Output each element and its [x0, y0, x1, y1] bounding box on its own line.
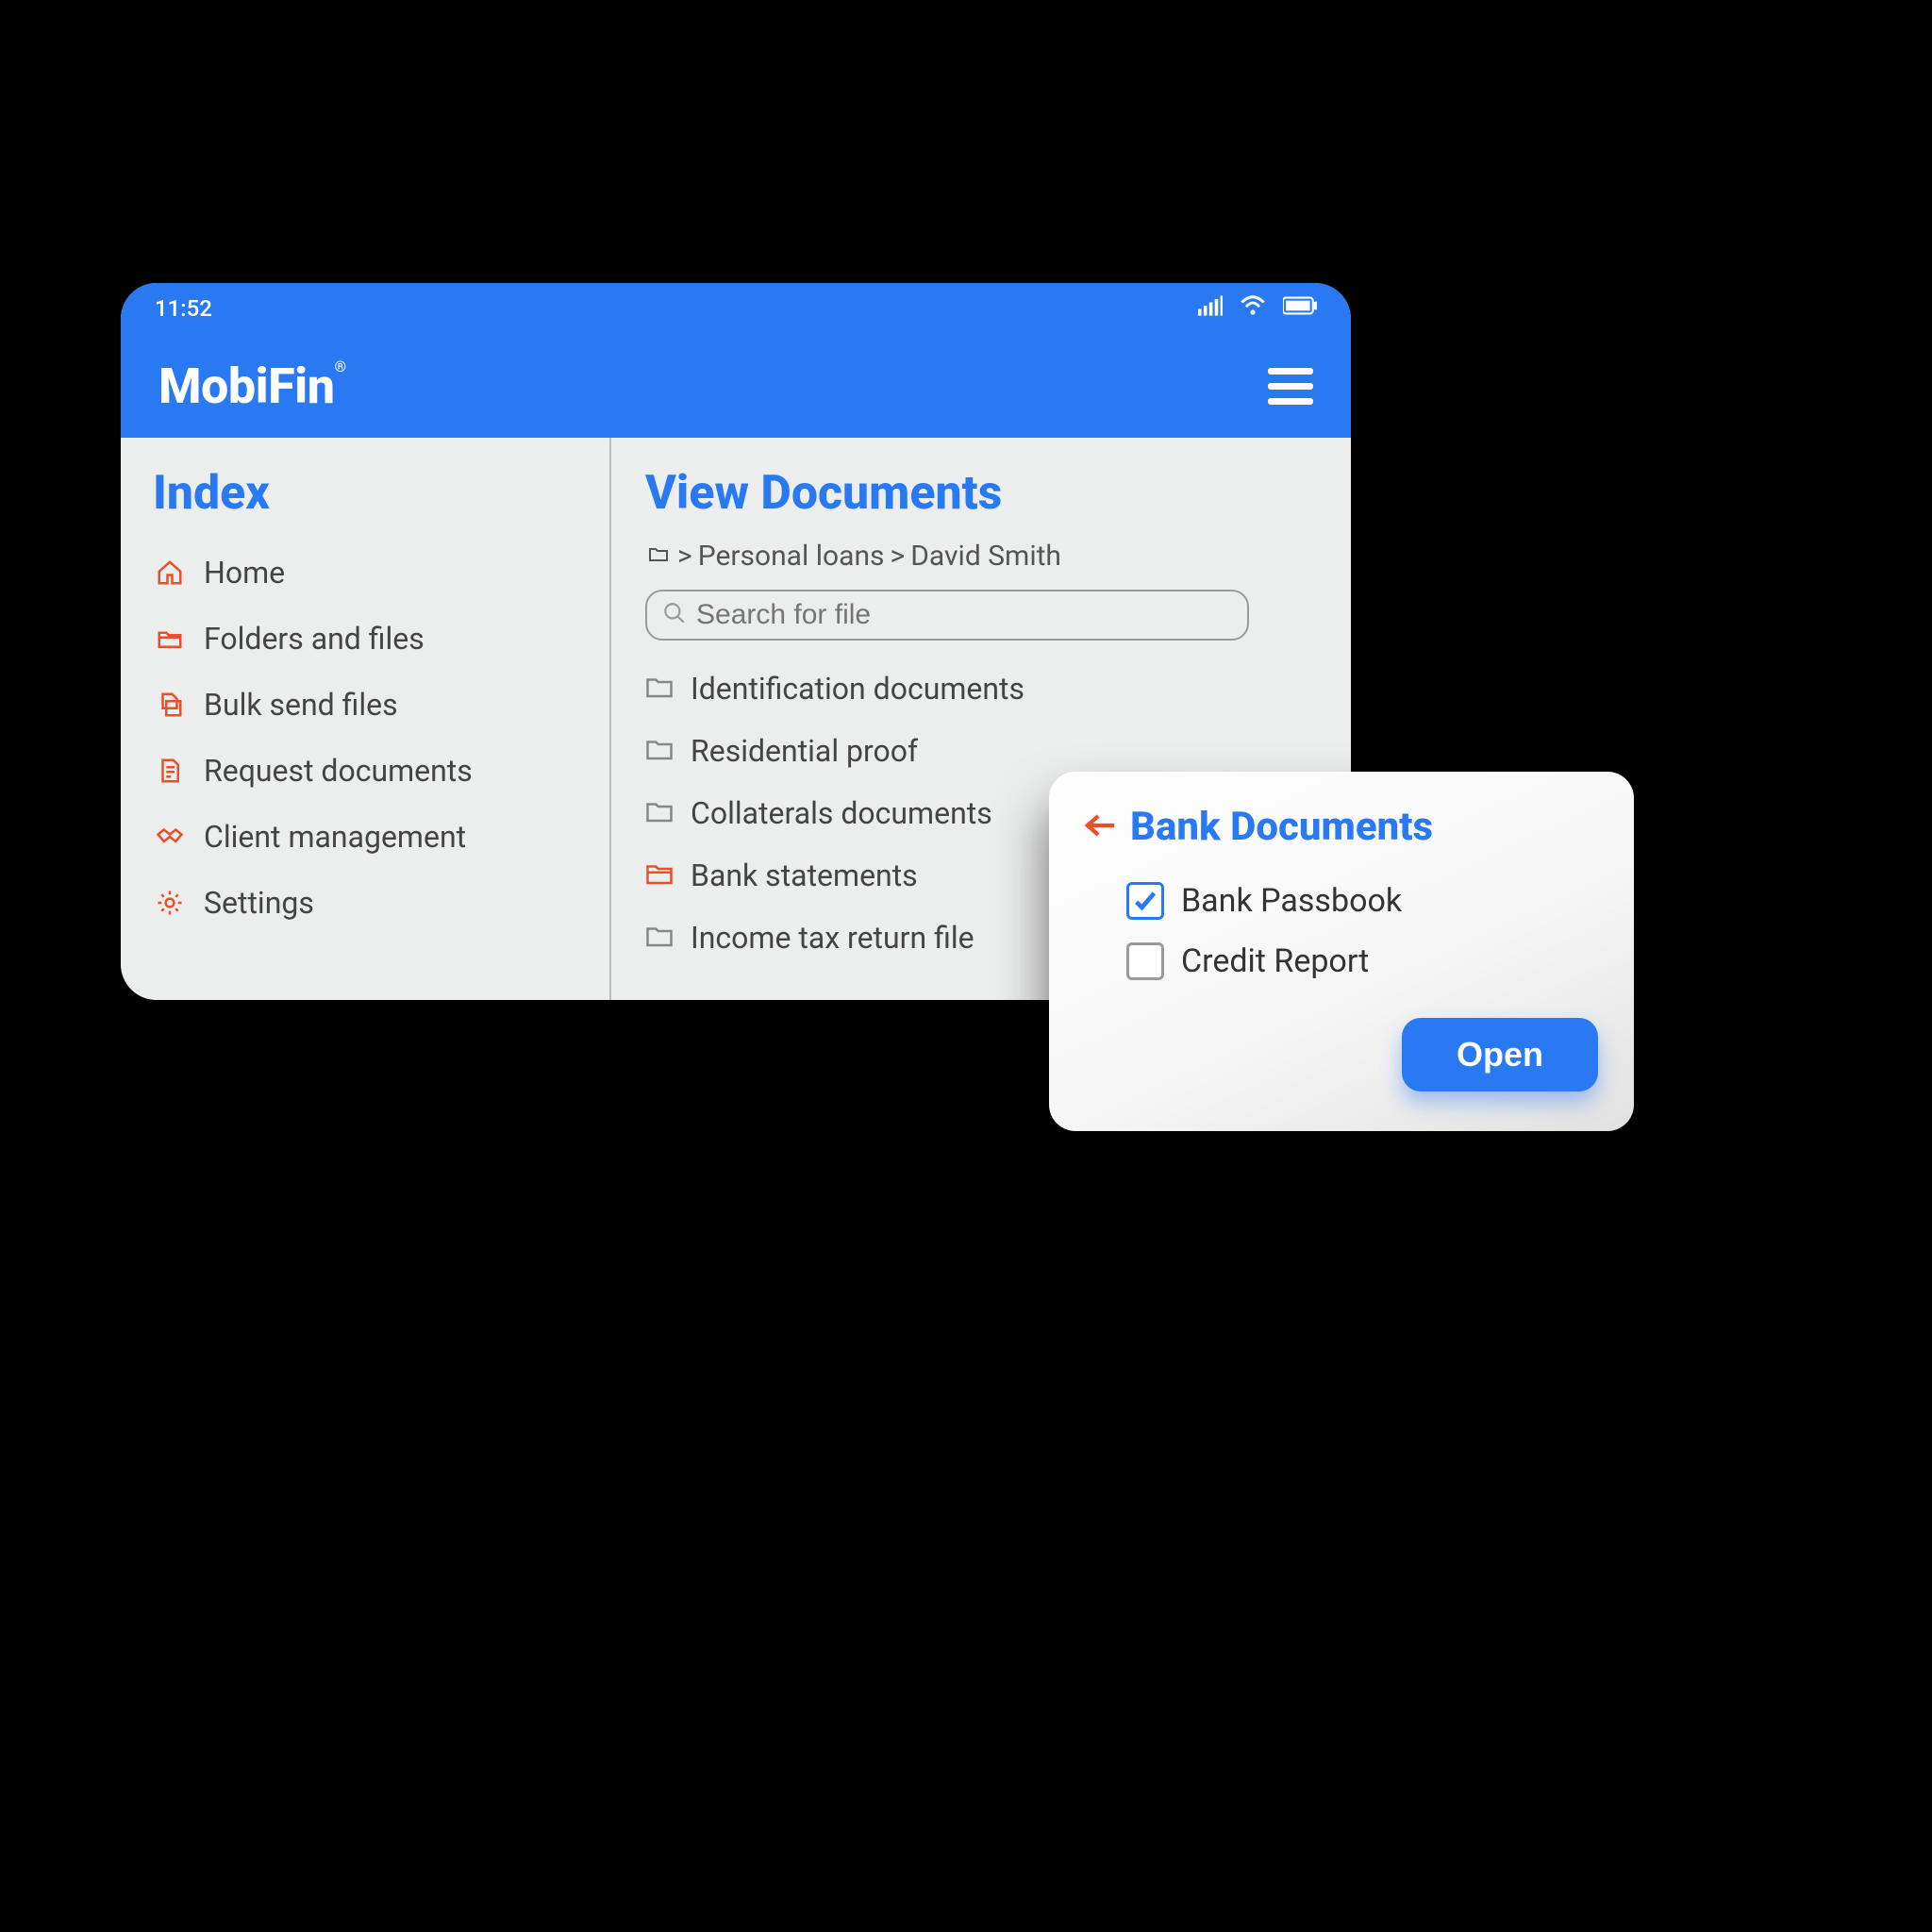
folder-icon — [645, 540, 672, 573]
sidebar-item-client-mgmt[interactable]: Client management — [153, 804, 577, 870]
check-label: Bank Passbook — [1181, 882, 1402, 920]
sidebar-item-label: Folders and files — [204, 621, 425, 657]
check-label: Credit Report — [1181, 942, 1369, 980]
list-item[interactable]: Identification documents — [645, 658, 1317, 720]
sidebar-item-settings[interactable]: Settings — [153, 870, 577, 936]
breadcrumb: > Personal loans > David Smith — [645, 540, 1317, 573]
folder-icon — [645, 733, 674, 769]
checkbox[interactable] — [1126, 882, 1164, 920]
wifi-icon — [1240, 295, 1266, 322]
sidebar: Index Home Folders and files — [121, 438, 611, 1000]
sidebar-title: Index — [153, 466, 577, 521]
sidebar-item-label: Settings — [204, 885, 314, 921]
app-bar: MobiFin® — [121, 334, 1351, 438]
menu-button[interactable] — [1268, 368, 1313, 405]
folder-label: Bank statements — [691, 858, 918, 893]
open-button[interactable]: Open — [1402, 1018, 1598, 1091]
sidebar-item-bulk-send[interactable]: Bulk send files — [153, 672, 577, 738]
document-icon — [153, 757, 187, 785]
sidebar-item-home[interactable]: Home — [153, 540, 577, 606]
folder-label: Residential proof — [691, 733, 918, 769]
status-time: 11:52 — [155, 295, 212, 322]
sidebar-item-label: Bulk send files — [204, 687, 398, 723]
status-bar: 11:52 — [121, 283, 1351, 334]
handshake-icon — [153, 823, 187, 851]
sidebar-item-label: Client management — [204, 819, 466, 855]
folder-icon — [645, 920, 674, 956]
folder-label: Collaterals documents — [691, 795, 992, 831]
home-icon — [153, 558, 187, 587]
battery-icon — [1283, 295, 1317, 322]
search-box[interactable] — [645, 590, 1249, 641]
sidebar-item-label: Request documents — [204, 753, 473, 789]
check-row: Credit Report — [1085, 931, 1598, 991]
gear-icon — [153, 889, 187, 917]
breadcrumb-seg1[interactable]: Personal loans — [698, 540, 885, 573]
files-stack-icon — [153, 691, 187, 719]
breadcrumb-sep: > — [677, 540, 692, 573]
folder-label: Identification documents — [691, 671, 1024, 707]
signal-icon — [1198, 295, 1223, 322]
checkbox[interactable] — [1126, 942, 1164, 980]
back-arrow-icon[interactable] — [1085, 812, 1117, 842]
popover-card: Bank Documents Bank Passbook Credit Repo… — [1049, 772, 1634, 1131]
status-icons — [1198, 295, 1317, 322]
check-row: Bank Passbook — [1085, 871, 1598, 931]
folder-icon — [645, 671, 674, 707]
popover-header: Bank Documents — [1085, 804, 1598, 850]
search-input[interactable] — [696, 599, 1232, 631]
sidebar-item-label: Home — [204, 555, 285, 591]
folder-icon — [645, 795, 674, 831]
popover-title: Bank Documents — [1130, 804, 1433, 850]
folder-open-icon — [645, 858, 674, 893]
folder-label: Income tax return file — [691, 920, 974, 956]
breadcrumb-sep: > — [891, 540, 906, 573]
nav-list: Home Folders and files Bulk send files — [153, 540, 577, 936]
search-icon — [662, 601, 687, 629]
main-title: View Documents — [645, 466, 1317, 521]
sidebar-item-folders[interactable]: Folders and files — [153, 606, 577, 672]
breadcrumb-seg2[interactable]: David Smith — [910, 540, 1061, 573]
brand-logo: MobiFin® — [158, 358, 346, 415]
folder-open-icon — [153, 625, 187, 653]
sidebar-item-request-docs[interactable]: Request documents — [153, 738, 577, 804]
